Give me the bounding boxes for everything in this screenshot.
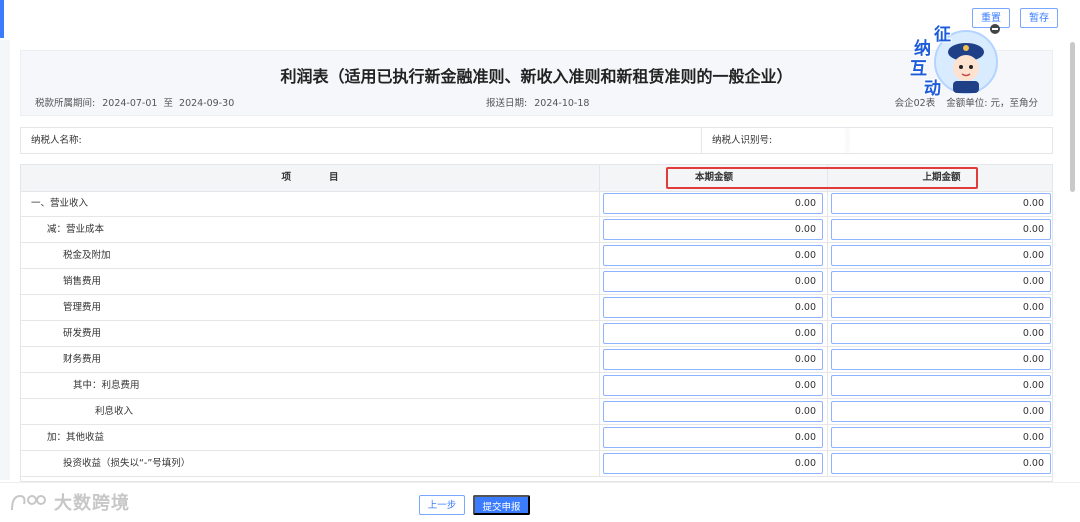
header-item: 项目 xyxy=(281,172,377,183)
watermark-logo-icon xyxy=(11,494,46,511)
previous-amount-input[interactable] xyxy=(831,375,1051,396)
previous-amount-input[interactable] xyxy=(831,219,1051,240)
current-amount-input[interactable] xyxy=(603,453,823,474)
mascot-char: 动 xyxy=(924,79,941,99)
current-amount-input[interactable] xyxy=(603,401,823,422)
row-label: 投资收益（损失以“-”号填列） xyxy=(63,458,191,469)
save-draft-button[interactable]: 暂存 xyxy=(1020,8,1058,28)
table-row: 研发费用 xyxy=(21,321,1052,347)
row-label: 管理费用 xyxy=(63,302,102,313)
report-date-label: 报送日期: xyxy=(486,98,528,109)
previous-amount-input[interactable] xyxy=(831,193,1051,214)
taxpayer-name-label: 纳税人名称: xyxy=(31,135,82,146)
table-row: 其中：利息费用 xyxy=(21,373,1052,399)
current-amount-input[interactable] xyxy=(603,323,823,344)
tax-period-to: 至 xyxy=(163,98,173,109)
row-label: 其中：利息费用 xyxy=(73,380,140,391)
table-row: 利息收入 xyxy=(21,399,1052,425)
report-date-value: 2024-10-18 xyxy=(534,98,590,109)
tax-period-end: 2024-09-30 xyxy=(179,98,235,109)
row-label: 税金及附加 xyxy=(63,250,111,261)
table-row: 税金及附加 xyxy=(21,243,1052,269)
previous-amount-input[interactable] xyxy=(831,349,1051,370)
table-row: 销售费用 xyxy=(21,269,1052,295)
row-label: 减：营业成本 xyxy=(47,224,105,235)
submit-declaration-button[interactable]: 提交申报 xyxy=(473,495,530,515)
previous-step-button[interactable]: 上一步 xyxy=(419,495,465,515)
report-date: 报送日期: 2024-10-18 xyxy=(486,95,589,109)
amount-columns-highlight xyxy=(666,167,978,189)
previous-amount-input[interactable] xyxy=(831,271,1051,292)
previous-amount-input[interactable] xyxy=(831,453,1051,474)
table-row: 减：营业成本 xyxy=(21,217,1052,243)
previous-amount-input[interactable] xyxy=(831,245,1051,266)
current-amount-input[interactable] xyxy=(603,245,823,266)
mascot-char: 征 xyxy=(934,25,951,45)
report-title: 利润表（适用已执行新金融准则、新收入准则和新租赁准则的一般企业） xyxy=(280,67,793,86)
current-amount-input[interactable] xyxy=(603,219,823,240)
previous-amount-input[interactable] xyxy=(831,297,1051,318)
income-statement-table: 项目 本期金额 上期金额 一、营业收入 减：营业成本 税金及附加 销售费用 管理… xyxy=(20,164,1053,482)
left-accent-bar xyxy=(0,0,4,38)
page-side-strip xyxy=(0,40,10,480)
tax-period: 税款所属期间: 2024-07-01 至 2024-09-30 xyxy=(35,95,234,109)
tax-period-start: 2024-07-01 xyxy=(102,98,158,109)
report-header: 利润表（适用已执行新金融准则、新收入准则和新租赁准则的一般企业） 税款所属期间:… xyxy=(20,50,1053,116)
watermark-text: 大数跨境 xyxy=(54,493,130,514)
table-row: 一、营业收入 xyxy=(21,191,1052,217)
scroll-thumb[interactable] xyxy=(1070,42,1075,192)
taxpayer-info-row: 纳税人名称: 纳税人识别号: xyxy=(20,127,1053,154)
taxpayer-name-value xyxy=(146,128,566,153)
mascot-widget[interactable]: 征 纳 互 动 xyxy=(906,18,1006,100)
bottom-action-bar xyxy=(0,482,1080,522)
previous-amount-input[interactable] xyxy=(831,401,1051,422)
row-label: 利息收入 xyxy=(95,406,134,417)
table-row: 投资收益（损失以“-”号填列） xyxy=(21,451,1052,477)
taxpayer-id-label: 纳税人识别号: xyxy=(701,128,842,153)
watermark: 大数跨境 xyxy=(8,488,130,516)
row-label: 销售费用 xyxy=(63,276,102,287)
row-label: 财务费用 xyxy=(63,354,102,365)
table-row: 财务费用 xyxy=(21,347,1052,373)
taxpayer-id-value xyxy=(847,128,1048,153)
current-amount-input[interactable] xyxy=(603,427,823,448)
tax-period-label: 税款所属期间: xyxy=(35,98,96,109)
current-amount-input[interactable] xyxy=(603,349,823,370)
current-amount-input[interactable] xyxy=(603,271,823,292)
current-amount-input[interactable] xyxy=(603,193,823,214)
row-label: 加：其他收益 xyxy=(47,432,105,443)
vertical-scrollbar[interactable] xyxy=(1068,40,1076,480)
row-label: 研发费用 xyxy=(63,328,102,339)
table-row: 管理费用 xyxy=(21,295,1052,321)
table-row: 加：其他收益 xyxy=(21,425,1052,451)
previous-amount-input[interactable] xyxy=(831,323,1051,344)
current-amount-input[interactable] xyxy=(603,375,823,396)
current-amount-input[interactable] xyxy=(603,297,823,318)
previous-amount-input[interactable] xyxy=(831,427,1051,448)
row-label: 一、营业收入 xyxy=(31,198,89,209)
